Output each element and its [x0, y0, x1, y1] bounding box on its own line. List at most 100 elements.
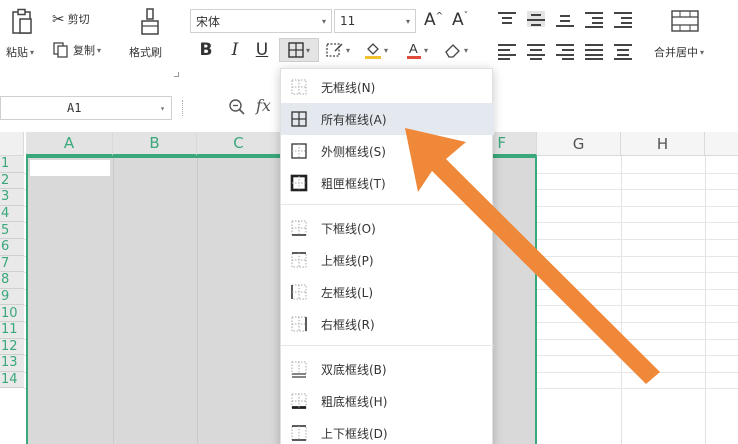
menu-item-outside-borders[interactable]: 外侧框线(S): [281, 135, 494, 167]
column-header-g[interactable]: G: [537, 132, 621, 156]
menu-item-thick-bottom-border[interactable]: 粗底框线(H): [281, 385, 494, 417]
row-header[interactable]: 6: [0, 239, 24, 256]
format-painter-button[interactable]: 格式刷: [129, 44, 162, 60]
chevron-down-icon: ▾: [345, 45, 350, 55]
zoom-search-icon[interactable]: [228, 98, 246, 120]
chevron-down-icon: ▾: [383, 45, 388, 55]
chevron-down-icon: ▾: [30, 47, 35, 57]
menu-separator: [281, 204, 494, 205]
bold-button[interactable]: B: [196, 38, 216, 62]
align-left-icon[interactable]: [498, 43, 516, 60]
row-header[interactable]: 13: [0, 355, 24, 372]
row-header[interactable]: 9: [0, 288, 24, 306]
chevron-down-icon: ▾: [160, 103, 165, 113]
top-border-icon: [291, 252, 307, 268]
format-painter-icon[interactable]: [139, 8, 161, 36]
font-color-button[interactable]: A ▾: [402, 38, 432, 62]
gridline: [621, 156, 622, 444]
cell-style-button[interactable]: ▾: [322, 38, 354, 62]
row-header[interactable]: 11: [0, 322, 24, 339]
row-header[interactable]: 8: [0, 272, 24, 289]
font-size-value: 11: [340, 14, 356, 28]
menu-item-label: 外侧框线(S): [321, 144, 386, 159]
right-border-icon: [291, 316, 307, 332]
paste-icon[interactable]: [9, 8, 35, 36]
fx-button[interactable]: fx: [256, 96, 271, 115]
chevron-down-icon: ▾: [97, 45, 102, 55]
decrease-font-button[interactable]: Aˇ: [452, 10, 468, 30]
merge-center-label: 合并居中: [654, 46, 698, 59]
menu-item-label: 右框线(R): [321, 317, 375, 332]
menu-item-label: 下框线(O): [321, 221, 376, 236]
merge-center-button[interactable]: 合并居中 ▾: [654, 44, 704, 60]
distributed-icon[interactable]: [614, 43, 632, 60]
decrease-font-icon: Aˇ: [452, 10, 469, 30]
cell-style-icon: [326, 43, 343, 57]
italic-button[interactable]: I: [225, 38, 245, 62]
increase-font-button[interactable]: A^: [424, 10, 443, 30]
column-header-h[interactable]: H: [621, 132, 705, 156]
column-header-i[interactable]: [705, 132, 738, 156]
row-header[interactable]: 2: [0, 172, 24, 190]
justify-icon[interactable]: [585, 43, 603, 60]
menu-item-all-borders[interactable]: 所有框线(A): [281, 103, 494, 135]
underline-button[interactable]: U: [252, 38, 272, 62]
decrease-indent-icon[interactable]: [585, 11, 603, 28]
menu-item-label: 上下框线(D): [321, 426, 388, 441]
merge-center-icon[interactable]: [671, 10, 699, 32]
row-header[interactable]: 4: [0, 205, 24, 223]
clear-button[interactable]: ▾: [440, 38, 472, 62]
row-header[interactable]: 7: [0, 255, 24, 273]
column-header-b[interactable]: B: [113, 132, 197, 156]
chevron-down-icon: ▾: [700, 47, 705, 57]
align-bottom-icon[interactable]: [556, 11, 574, 27]
font-name-select[interactable]: 宋体 ▾: [190, 9, 332, 33]
copy-button[interactable]: 复制 ▾: [53, 42, 101, 58]
gridline: [113, 158, 114, 444]
row-header[interactable]: 10: [0, 305, 24, 322]
ribbon-toolbar: 粘贴 ▾ ✂ 剪切 复制 ▾ 格式刷 宋体 ▾ 11 ▾ A^ Aˇ B I U…: [0, 0, 738, 78]
row-header[interactable]: 5: [0, 222, 24, 239]
left-border-icon: [291, 284, 307, 300]
dialog-launcher-icon[interactable]: [174, 72, 179, 77]
increase-indent-icon[interactable]: [614, 11, 632, 28]
splitter-handle[interactable]: [182, 100, 186, 116]
align-middle-icon[interactable]: [527, 11, 545, 27]
scissors-icon: ✂: [52, 10, 65, 28]
format-painter-label: 格式刷: [129, 46, 162, 59]
font-color-icon: A: [406, 41, 421, 59]
name-box[interactable]: A1 ▾: [0, 96, 172, 120]
menu-item-label: 粗匣框线(T): [321, 176, 386, 191]
align-top-icon[interactable]: [498, 11, 516, 27]
menu-item-top-bottom-border[interactable]: 上下框线(D): [281, 417, 494, 444]
menu-item-double-bottom-border[interactable]: 双底框线(B): [281, 353, 494, 385]
row-header[interactable]: 1: [0, 156, 24, 173]
increase-font-icon: A^: [424, 10, 444, 30]
row-header[interactable]: 12: [0, 338, 24, 356]
copy-label: 复制: [73, 44, 95, 57]
row-header[interactable]: 14: [0, 371, 24, 389]
font-size-select[interactable]: 11 ▾: [334, 9, 416, 33]
menu-item-top-border[interactable]: 上框线(P): [281, 244, 494, 276]
borders-button[interactable]: ▾: [279, 38, 319, 62]
column-header-a[interactable]: A: [26, 132, 113, 156]
menu-item-label: 左框线(L): [321, 285, 374, 300]
row-header[interactable]: 3: [0, 189, 24, 206]
all-borders-icon: [291, 111, 307, 127]
align-center-icon[interactable]: [527, 43, 545, 60]
thick-bottom-border-icon: [291, 393, 307, 409]
font-name-value: 宋体: [196, 14, 221, 29]
fill-color-button[interactable]: ▾: [360, 38, 392, 62]
select-all-corner[interactable]: [0, 132, 24, 156]
menu-item-bottom-border[interactable]: 下框线(O): [281, 212, 494, 244]
menu-item-left-border[interactable]: 左框线(L): [281, 276, 494, 308]
menu-item-thick-box-border[interactable]: 粗匣框线(T): [281, 167, 494, 199]
active-cell-a1[interactable]: [30, 160, 110, 176]
menu-item-no-border[interactable]: 无框线(N): [281, 71, 494, 103]
align-right-icon[interactable]: [556, 43, 574, 60]
menu-item-right-border[interactable]: 右框线(R): [281, 308, 494, 340]
paste-button[interactable]: 粘贴 ▾: [6, 44, 34, 60]
cut-button[interactable]: ✂ 剪切: [52, 10, 90, 28]
double-bottom-border-icon: [291, 361, 307, 378]
column-header-c[interactable]: C: [197, 132, 281, 156]
